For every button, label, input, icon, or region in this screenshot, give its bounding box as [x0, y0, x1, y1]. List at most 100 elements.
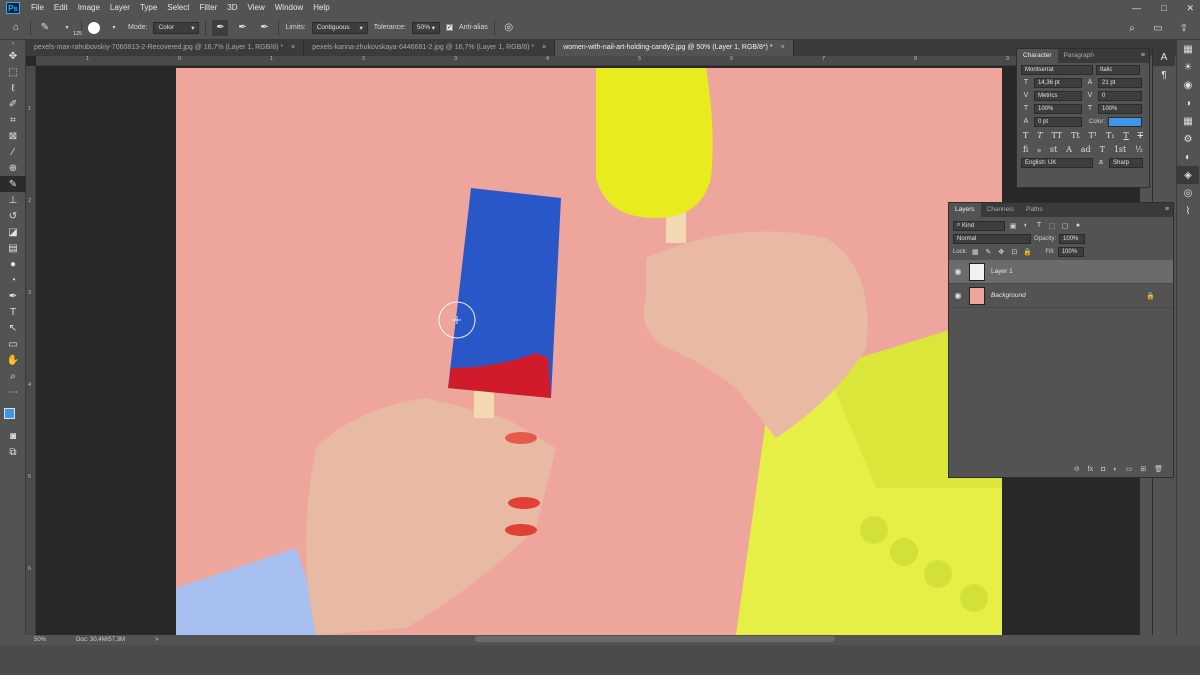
clone-stamp-tool-icon[interactable]: ⊥: [0, 192, 26, 208]
panel-menu-icon[interactable]: ≡: [1141, 49, 1145, 63]
paths-panel-icon[interactable]: ⌇: [1177, 202, 1199, 220]
lock-transparent-icon[interactable]: ▦: [970, 248, 980, 256]
ordinals-button[interactable]: 1st: [1114, 145, 1126, 154]
horizontal-scrollbar[interactable]: [475, 636, 835, 642]
superscript-button[interactable]: T¹: [1089, 131, 1098, 140]
filter-adjustment-icon[interactable]: ◐: [1021, 222, 1031, 229]
small-caps-button[interactable]: Tt: [1071, 131, 1080, 140]
frame-tool-icon[interactable]: ⊠: [0, 128, 26, 144]
adjustments-panel-icon[interactable]: ◑: [1177, 94, 1199, 112]
marquee-tool-icon[interactable]: ⬚: [0, 64, 26, 80]
vertical-scale-field[interactable]: 100%: [1034, 103, 1082, 114]
hand-tool-icon[interactable]: ✋: [0, 352, 26, 368]
tab-layers[interactable]: Layers: [949, 203, 981, 217]
menu-window[interactable]: Window: [270, 0, 308, 16]
faux-italic-button[interactable]: T: [1037, 131, 1042, 140]
document-canvas[interactable]: [176, 68, 1002, 635]
layers-panel-icon[interactable]: ◈: [1177, 166, 1199, 184]
layer-filter-kind-select[interactable]: ⌕ Kind: [953, 220, 1005, 231]
menu-file[interactable]: File: [26, 0, 49, 16]
home-icon[interactable]: ⌂: [8, 20, 24, 36]
brush-preview[interactable]: [88, 21, 100, 34]
document-tab[interactable]: pexels-karina-zhukovskaya-6446681-2.jpg …: [304, 40, 556, 56]
lock-artboard-icon[interactable]: ⊡: [1009, 248, 1019, 256]
menu-view[interactable]: View: [243, 0, 270, 16]
quick-mask-icon[interactable]: ◙: [0, 428, 26, 444]
text-color-swatch[interactable]: [1108, 116, 1142, 127]
tab-channels[interactable]: Channels: [981, 203, 1020, 217]
close-window-button[interactable]: ✕: [1186, 0, 1194, 16]
eye-icon[interactable]: ◉: [949, 267, 967, 276]
kerning-field[interactable]: Metrics: [1034, 90, 1082, 101]
menu-filter[interactable]: Filter: [195, 0, 223, 16]
underline-button[interactable]: T: [1123, 131, 1128, 140]
color-replacement-tool-icon[interactable]: ✎: [37, 20, 53, 36]
libraries-panel-icon[interactable]: ◉: [1177, 76, 1199, 94]
channels-panel-icon[interactable]: ◎: [1177, 184, 1199, 202]
zoom-level[interactable]: 50%: [34, 637, 46, 643]
eraser-tool-icon[interactable]: ◪: [0, 224, 26, 240]
leading-field[interactable]: 21 pt: [1098, 77, 1142, 88]
lasso-tool-icon[interactable]: ℓ: [0, 80, 26, 96]
workspace-icon[interactable]: ▭: [1150, 20, 1166, 36]
trash-icon[interactable]: 🗑: [1154, 465, 1163, 473]
menu-3d[interactable]: 3D: [222, 0, 242, 16]
properties-panel-icon[interactable]: ⚙: [1177, 130, 1199, 148]
menu-layer[interactable]: Layer: [105, 0, 135, 16]
strikethrough-button[interactable]: T: [1138, 131, 1143, 140]
ligatures-button[interactable]: fi: [1023, 145, 1028, 154]
status-caret-icon[interactable]: >: [155, 637, 159, 643]
menu-image[interactable]: Image: [73, 0, 105, 16]
quick-selection-tool-icon[interactable]: ✐: [0, 96, 26, 112]
mask-icon[interactable]: ◘: [1101, 466, 1105, 473]
layer-name[interactable]: Background: [991, 292, 1026, 299]
group-icon[interactable]: ▭: [1126, 465, 1133, 473]
layer-row[interactable]: ◉ Background 🔒: [949, 284, 1173, 308]
eye-icon[interactable]: ◉: [949, 291, 967, 300]
menu-type[interactable]: Type: [135, 0, 162, 16]
more-tools-icon[interactable]: ⋯: [0, 384, 26, 400]
faux-bold-button[interactable]: T: [1023, 131, 1028, 140]
tab-character[interactable]: Character: [1017, 49, 1058, 63]
eyedropper-tool-icon[interactable]: ⁄: [0, 144, 26, 160]
antialias-select[interactable]: Sharp: [1109, 157, 1143, 168]
lock-position-icon[interactable]: ✥: [996, 248, 1006, 256]
font-size-field[interactable]: 14,36 pt: [1034, 77, 1082, 88]
tolerance-input[interactable]: 50% ▾: [412, 21, 440, 34]
layer-name[interactable]: Layer 1: [991, 268, 1013, 275]
sampling-once-icon[interactable]: ✒: [234, 20, 250, 36]
filter-smart-object-icon[interactable]: ▢: [1060, 222, 1070, 230]
maximize-button[interactable]: □: [1161, 0, 1166, 16]
opacity-field[interactable]: 100%: [1059, 233, 1086, 244]
document-tab-active[interactable]: women-with-nail-art-holding-candy2.jpg @…: [555, 40, 794, 56]
language-select[interactable]: English: UK: [1021, 157, 1093, 168]
lock-all-icon[interactable]: 🔒: [1022, 248, 1032, 256]
font-style-select[interactable]: Italic: [1096, 64, 1140, 75]
move-tool-icon[interactable]: ✥: [0, 48, 26, 64]
document-tab[interactable]: pexels-max-rahubovskiy-7060813-2-Recover…: [26, 40, 305, 56]
stylistic-alternates-button[interactable]: ad: [1081, 145, 1091, 154]
antialias-checkbox[interactable]: ✓: [446, 24, 453, 31]
filter-pixel-icon[interactable]: ▣: [1008, 222, 1018, 230]
filter-shape-icon[interactable]: ⬚: [1047, 222, 1057, 230]
dodge-tool-icon[interactable]: ◔: [0, 272, 26, 288]
titling-alternates-button[interactable]: T: [1100, 145, 1105, 154]
history-brush-tool-icon[interactable]: ↺: [0, 208, 26, 224]
new-layer-icon[interactable]: ⊞: [1140, 465, 1146, 473]
mode-select[interactable]: Color ▾: [153, 21, 200, 34]
menu-help[interactable]: Help: [308, 0, 334, 16]
pressure-size-icon[interactable]: ◎: [501, 20, 517, 36]
brush-picker-chevron-icon[interactable]: ▾: [106, 20, 122, 36]
color-replacement-tool-icon[interactable]: ✎: [0, 176, 26, 192]
fill-field[interactable]: 100%: [1057, 246, 1084, 257]
lock-image-icon[interactable]: ✎: [983, 248, 993, 256]
fractions-button[interactable]: ½: [1135, 145, 1143, 154]
type-tool-icon[interactable]: T: [0, 304, 26, 320]
filter-type-icon[interactable]: T: [1034, 222, 1044, 229]
share-icon[interactable]: ⇪: [1176, 20, 1192, 36]
gradients-panel-icon[interactable]: ◐: [1177, 148, 1199, 166]
paragraph-panel-icon[interactable]: ¶: [1153, 66, 1175, 84]
discretionary-ligatures-button[interactable]: st: [1050, 145, 1057, 154]
toolbar-collapse-icon[interactable]: »: [0, 40, 26, 48]
all-caps-button[interactable]: TT: [1051, 131, 1062, 140]
